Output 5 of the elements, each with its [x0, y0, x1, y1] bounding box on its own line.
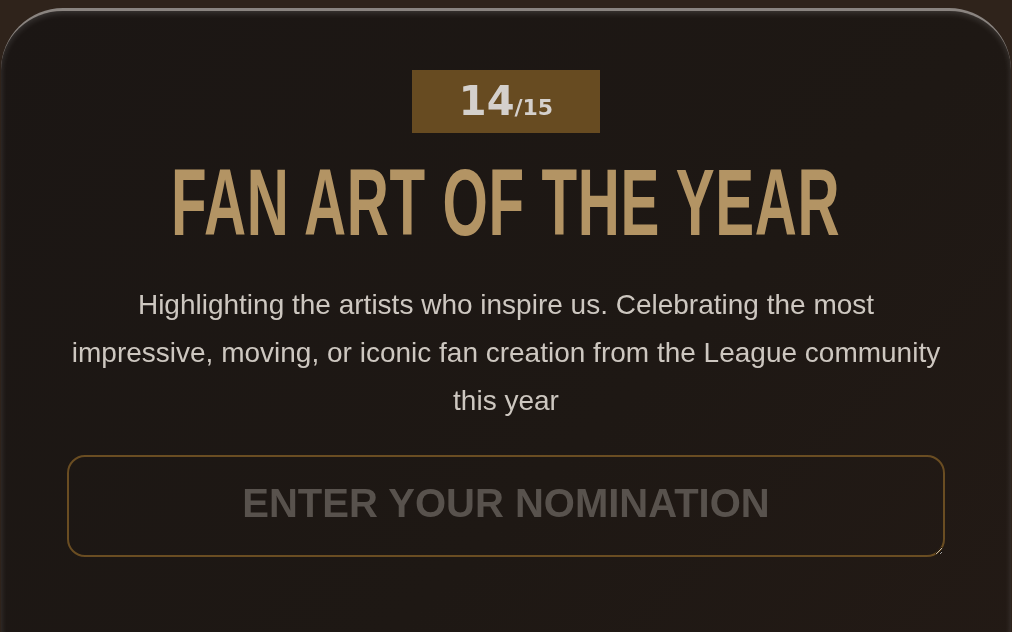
count-total: /15 — [514, 95, 554, 120]
count-number: 14 — [458, 77, 515, 126]
category-description: Highlighting the artists who inspire us. Celebrating the most impressive, moving, or iconic fan creation from the League community this year — [70, 288, 942, 418]
nomination-input-field[interactable]: ENTER YOUR NOMINATION — [67, 455, 945, 557]
category-title: FAN ART OF THE YEAR — [171, 155, 841, 251]
